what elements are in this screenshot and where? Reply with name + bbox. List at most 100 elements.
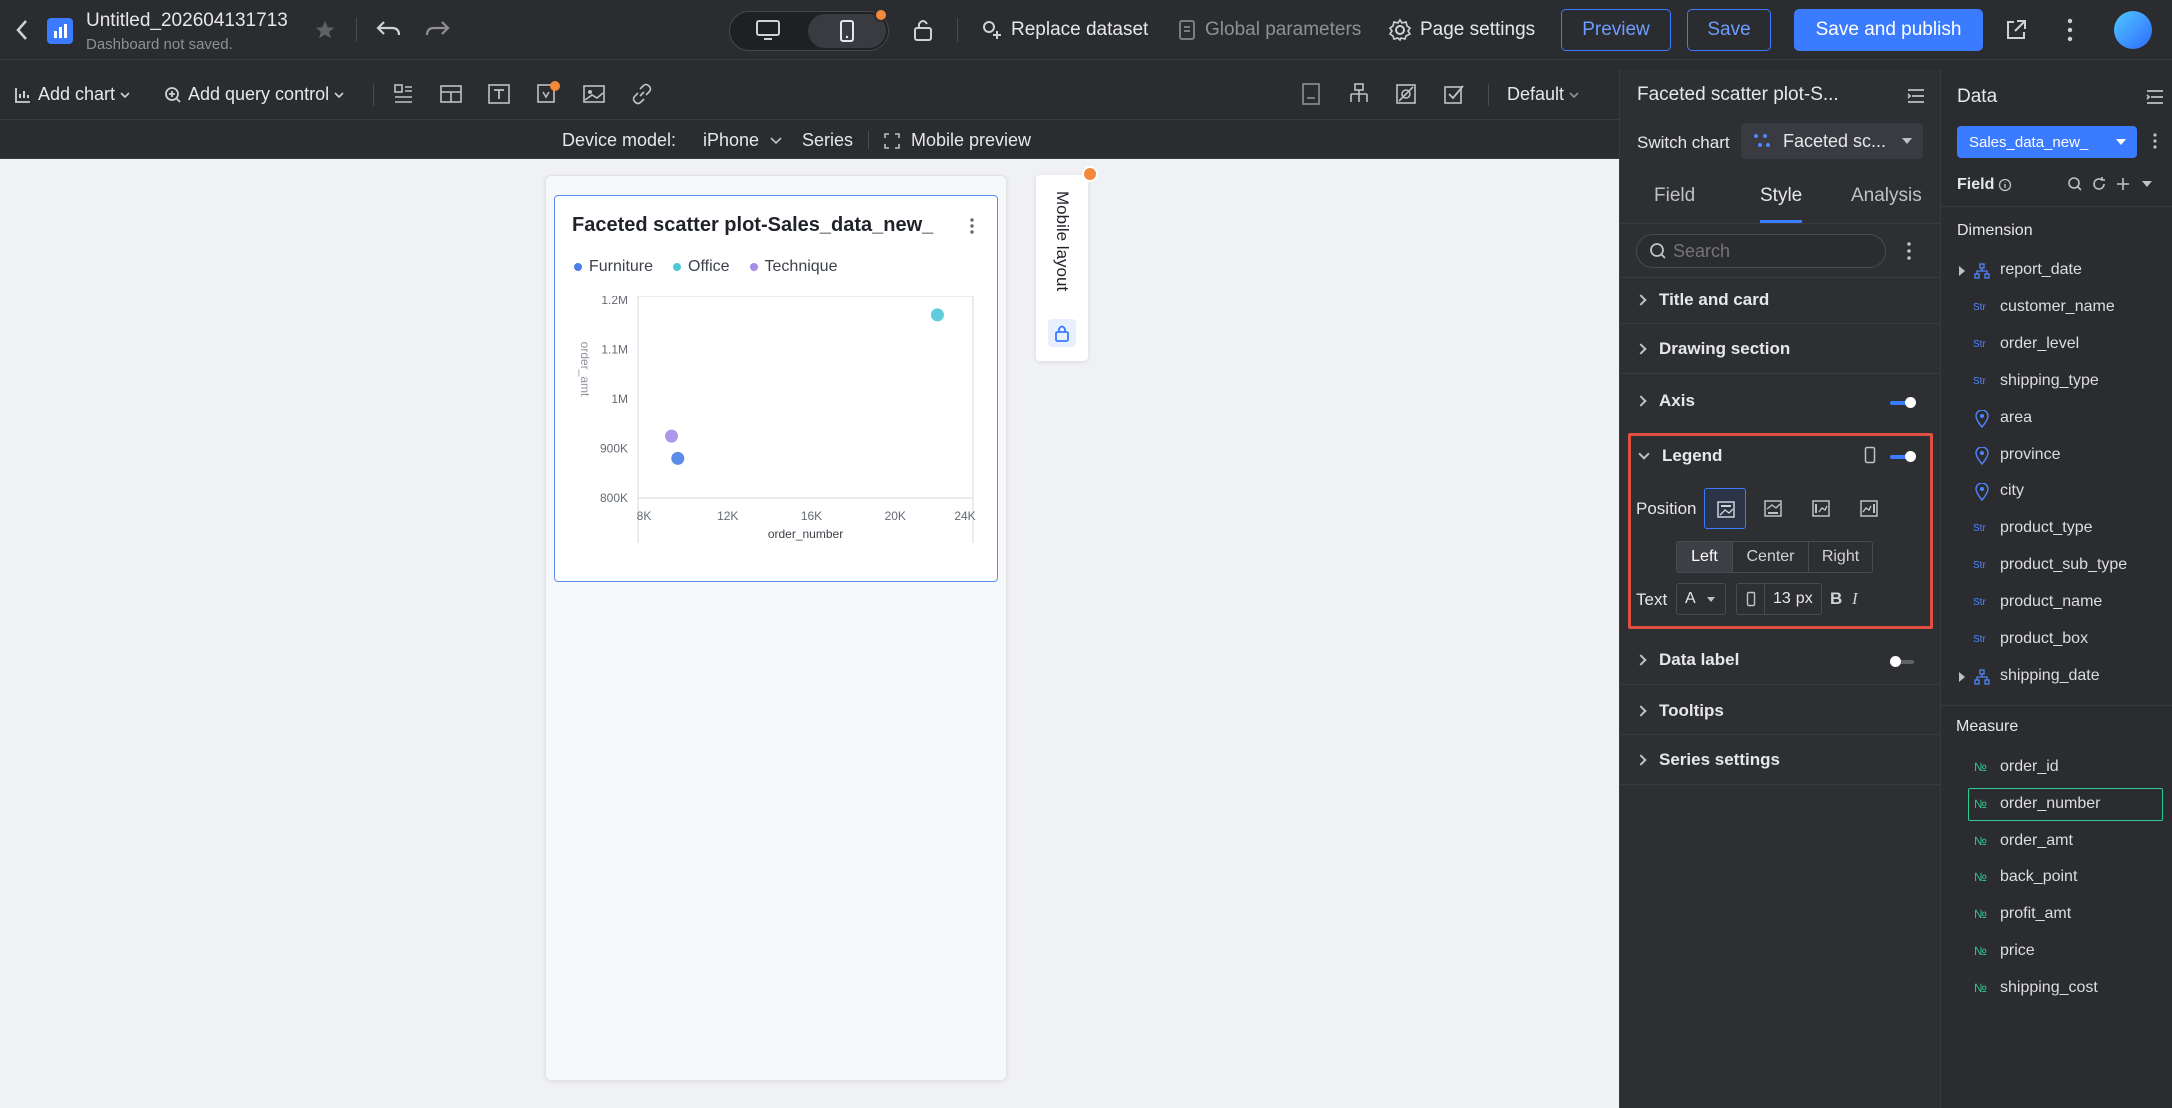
field-name: area [2000,409,2033,426]
string-type-icon: Str [1973,302,1986,313]
mobile-only-icon[interactable] [1864,446,1876,464]
refresh-icon[interactable] [2091,176,2107,192]
mobile-preview-button[interactable]: Mobile preview [883,130,1031,151]
align-center-button[interactable]: Center [1732,542,1808,572]
series-select[interactable]: Series [802,130,853,151]
section-title-and-card[interactable]: Title and card [1635,290,1769,310]
section-tooltips[interactable]: Tooltips [1635,701,1724,721]
theme-select-value: Default [1507,84,1565,104]
ai-component-icon[interactable] [535,80,561,106]
data-label-toggle[interactable] [1890,656,1916,668]
tab-analysis[interactable]: Analysis [1851,185,1922,207]
container-icon[interactable] [439,82,463,106]
add-query-control-label: Add query control [188,84,330,104]
dataset-select[interactable]: Sales_data_new_ [1957,126,2137,158]
save-and-publish-button[interactable]: Save and publish [1794,9,1983,51]
expand-caret-icon[interactable] [1958,265,1966,277]
info-icon[interactable] [1998,178,2012,192]
section-legend[interactable]: Legend [1638,446,1722,466]
add-query-control-button[interactable]: Add query control [164,84,345,105]
search-more-icon[interactable] [1904,240,1914,262]
avatar[interactable] [2114,11,2152,49]
hide-icon[interactable] [1394,82,1418,106]
lock-icon[interactable] [912,17,934,43]
collapse-panel-icon[interactable] [1906,87,1926,105]
preview-button[interactable]: Preview [1561,9,1671,51]
search-field-icon[interactable] [2067,176,2083,192]
measure-field-price[interactable]: № price [1958,939,2158,965]
tab-field[interactable]: Field [1654,185,1695,207]
measure-field-profit-amt[interactable]: № profit_amt [1958,902,2158,928]
align-left-button[interactable]: Left [1677,542,1732,572]
add-field-icon[interactable] [2115,176,2131,192]
font-size-input[interactable]: 13 px [1736,583,1822,615]
back-icon[interactable] [14,18,30,42]
hierarchy-icon[interactable] [1347,82,1371,106]
italic-button[interactable]: I [1852,589,1858,609]
global-parameters-button[interactable]: Global parameters [1177,16,1361,44]
legend-toggle[interactable] [1890,451,1916,463]
y-tick-label: 1M [611,392,628,406]
switch-chart-select[interactable]: Faceted sc... [1741,123,1923,159]
device-model-select[interactable]: iPhone [703,130,783,151]
field-name: shipping_type [2000,372,2099,389]
legend-item-office[interactable]: Office [673,258,730,276]
page-settings-button[interactable]: Page settings [1388,16,1535,44]
axis-toggle[interactable] [1890,397,1916,409]
measure-field-order-amt[interactable]: № order_amt [1958,829,2158,855]
number-type-icon: № [1974,760,1987,774]
image-icon[interactable] [582,82,606,106]
tab-style[interactable]: Style [1760,185,1802,207]
style-search-input[interactable] [1673,240,1863,262]
position-right-button[interactable] [1848,488,1890,529]
field-menu-icon[interactable] [2141,180,2153,188]
theme-select[interactable]: Default [1507,84,1580,105]
replace-dataset-button[interactable]: Replace dataset [981,16,1148,44]
position-top-button[interactable] [1704,488,1746,529]
section-drawing[interactable]: Drawing section [1635,339,1790,359]
mobile-layout-tab[interactable]: Mobile layout [1036,175,1088,361]
replace-dataset-icon [981,19,1003,41]
check-icon[interactable] [1442,82,1466,106]
number-type-icon: № [1974,834,1987,848]
more-icon[interactable] [2060,16,2080,44]
dashboard-title[interactable]: Untitled_202604131713 [86,10,288,32]
text-icon[interactable] [487,82,511,106]
link-icon[interactable] [630,82,654,106]
dashboard-logo-icon [47,18,73,44]
section-data-label[interactable]: Data label [1635,650,1739,670]
dataset-more-icon[interactable] [2151,132,2159,152]
legend-item-furniture[interactable]: Furniture [574,258,653,276]
star-icon[interactable] [314,19,336,41]
measure-field-order-id[interactable]: № order_id [1958,755,2158,781]
card-more-icon[interactable] [967,216,977,236]
measure-field-order-number[interactable]: № order_number [1958,792,2158,818]
style-search-box[interactable] [1636,234,1886,268]
position-left-button[interactable] [1800,488,1842,529]
report-icon[interactable] [1300,82,1322,106]
measure-field-shipping-cost[interactable]: № shipping_cost [1958,976,2158,1002]
chart-card[interactable]: Faceted scatter plot-Sales_data_new_ Fur… [554,195,998,582]
font-color-picker[interactable]: A [1676,583,1726,615]
share-icon[interactable] [2004,18,2028,42]
collapse-data-icon[interactable] [2145,88,2165,106]
position-bottom-button[interactable] [1752,488,1794,529]
divider [1619,734,1940,735]
save-button[interactable]: Save [1687,9,1771,51]
x-axis-title: order_number [768,527,843,541]
measure-field-back-point[interactable]: № back_point [1958,865,2158,891]
redo-icon[interactable] [424,18,450,40]
chevron-right-icon [1635,705,1647,717]
layout-lock-icon[interactable] [1048,319,1076,347]
undo-icon[interactable] [376,18,402,40]
align-right-button[interactable]: Right [1808,542,1872,572]
desktop-view-icon[interactable] [755,19,781,41]
bold-button[interactable]: B [1830,589,1842,609]
font-size-unit: px [1795,590,1813,607]
tab-component-icon[interactable] [392,82,414,106]
add-chart-button[interactable]: Add chart [14,84,131,105]
legend-item-technique[interactable]: Technique [749,258,837,276]
section-series-settings[interactable]: Series settings [1635,750,1780,770]
section-axis[interactable]: Axis [1635,391,1695,411]
expand-caret-icon[interactable] [1958,671,1966,683]
